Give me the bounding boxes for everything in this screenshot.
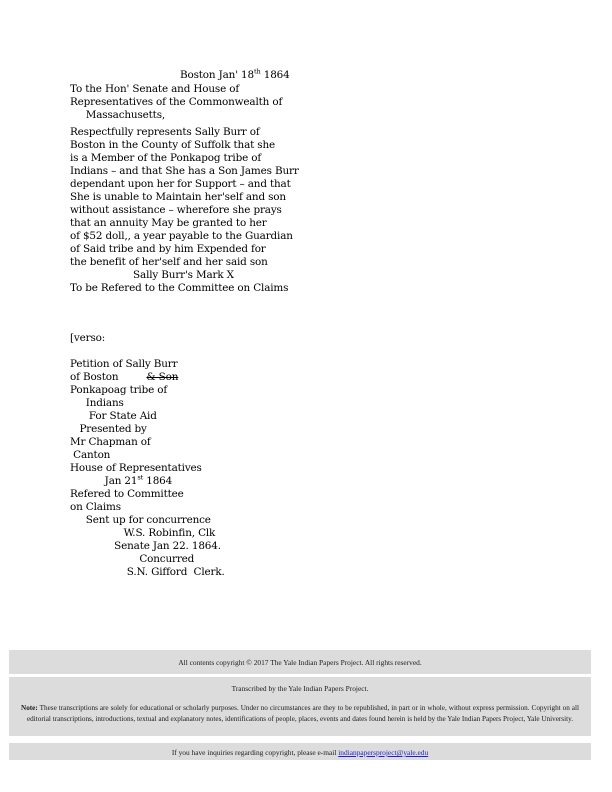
note-band: Note: These transcriptions are solely fo…	[9, 700, 591, 736]
note-body: These transcriptions are solely for educ…	[26, 704, 579, 723]
recto-line: Boston in the County of Suffolk that she	[70, 139, 276, 151]
recto-line: She is unable to Maintain her'self and s…	[70, 191, 286, 203]
verso-of-boston-text: of Boston	[70, 371, 119, 383]
verso-line: Presented by	[70, 423, 147, 435]
recto-line: Respectfully represents Sally Burr of	[70, 126, 260, 138]
verso-marker: [verso:	[70, 332, 106, 344]
verso-date-prefix: Jan 21	[70, 475, 138, 487]
transcribed-by-text: Transcribed by the Yale Indian Papers Pr…	[231, 684, 369, 693]
verso-date-line: Jan 21st 1864	[70, 474, 173, 488]
verso-line: For State Aid	[70, 410, 157, 422]
note-label: Note:	[21, 704, 38, 712]
verso-line: House of Representatives	[70, 462, 202, 474]
verso-date-year: 1864	[143, 475, 173, 487]
verso-struck-and-son: & Son	[146, 371, 179, 383]
inquiries-prefix: If you have inquiries regarding copyrigh…	[171, 748, 339, 757]
verso-line: Mr Chapman of	[70, 436, 151, 448]
verso-concurred-line: Concurred	[70, 553, 195, 565]
recto-line: without assistance – wherefore she prays	[70, 204, 282, 216]
verso-line: on Claims	[70, 501, 121, 513]
verso-line: Canton	[70, 449, 111, 461]
recto-line: of Said tribe and by him Expended for	[70, 243, 266, 255]
recto-line: that an annuity May be granted to her	[70, 217, 267, 229]
heading-date-text: Boston Jan' 18	[180, 69, 254, 81]
transcribed-by-band: Transcribed by the Yale Indian Papers Pr…	[9, 677, 591, 700]
inquiries-band: If you have inquiries regarding copyrigh…	[9, 743, 591, 760]
recto-referral-line: To be Refered to the Committee on Claims	[70, 282, 289, 294]
verso-of-boston-line: of Boston & Son	[70, 371, 178, 384]
footer-separator-2	[9, 736, 591, 743]
recto-signature-mark: Sally Burr's Mark X	[70, 269, 234, 281]
recto-line: Massachusetts,	[70, 109, 166, 121]
inquiries-text: If you have inquiries regarding copyrigh…	[9, 743, 591, 758]
recto-line: of $52 doll,, a year payable to the Guar…	[70, 230, 293, 242]
note-text: Note: These transcriptions are solely fo…	[9, 700, 591, 724]
recto-line: Indians – and that She has a Son James B…	[70, 165, 299, 177]
copyright-band: All contents copyright © 2017 The Yale I…	[9, 650, 591, 674]
verso-petition-line: Petition of Sally Burr	[70, 358, 178, 370]
heading-date-year: 1864	[260, 69, 290, 81]
recto-line: dependant upon her for Support – and tha…	[70, 178, 291, 190]
verso-line: Indians	[70, 397, 124, 409]
verso-line: Sent up for concurrence	[70, 514, 211, 526]
verso-clerk-signature: S.N. Gifford Clerk.	[70, 566, 225, 578]
recto-line: is a Member of the Ponkapog tribe of	[70, 152, 262, 164]
document-heading-date: Boston Jan' 18th 1864	[70, 67, 290, 82]
copyright-text: All contents copyright © 2017 The Yale I…	[178, 658, 422, 667]
recto-line: To the Hon' Senate and House of	[70, 83, 240, 95]
verso-senate-line: Senate Jan 22. 1864.	[70, 540, 221, 552]
verso-line: Refered to Committee	[70, 488, 184, 500]
verso-clerk-line: W.S. Robinfin, Clk	[70, 527, 216, 539]
recto-line: the benefit of her'self and her said son	[70, 256, 268, 268]
email-link[interactable]: indianpapersproject@yale.edu	[338, 748, 428, 757]
verso-line: Ponkapoag tribe of	[70, 384, 168, 396]
recto-line: Representatives of the Commonwealth of	[70, 96, 283, 108]
heading-date-ordinal: th	[253, 67, 261, 76]
